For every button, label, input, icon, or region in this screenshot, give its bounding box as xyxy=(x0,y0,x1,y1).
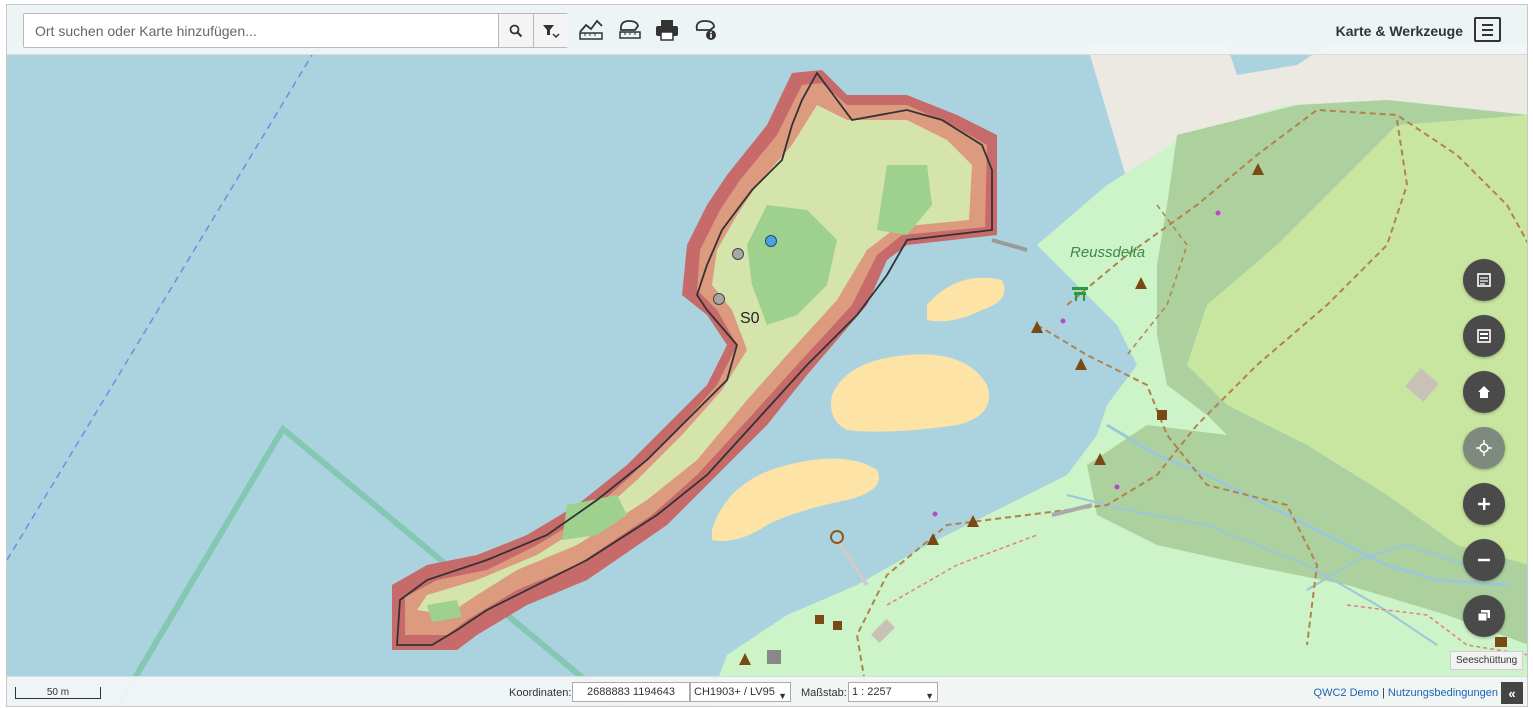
legend-icon xyxy=(1477,329,1491,343)
background-switcher-icon xyxy=(1477,610,1490,622)
map-label-point: S0 xyxy=(740,310,760,327)
crs-select[interactable]: CH1903+ / LV95 ▼ xyxy=(690,682,791,702)
survey-point-1 xyxy=(732,248,744,260)
collapse-button[interactable]: « xyxy=(1501,682,1523,704)
identify-icon xyxy=(695,20,716,40)
zoom-in-icon xyxy=(1478,498,1490,510)
search-box xyxy=(23,13,568,48)
identify-button[interactable] xyxy=(691,16,721,44)
zoom-out-icon xyxy=(1478,558,1490,562)
double-chevron-left-icon: « xyxy=(1508,685,1516,701)
background-switcher-button[interactable] xyxy=(1463,595,1505,637)
home-button[interactable] xyxy=(1463,371,1505,413)
search-button[interactable] xyxy=(498,14,533,47)
measure-button[interactable] xyxy=(615,16,645,44)
locate-button[interactable] xyxy=(1463,427,1505,469)
app-window: Reussdelta S0 Ort suchen oder Karte hinz… xyxy=(6,4,1528,707)
crs-value: CH1903+ / LV95 xyxy=(694,686,775,698)
map-canvas[interactable]: Reussdelta S0 xyxy=(7,5,1527,706)
search-icon xyxy=(509,24,523,37)
terms-link[interactable]: Nutzungsbedingungen xyxy=(1388,687,1498,699)
map-rendering xyxy=(7,5,1527,706)
map-label-reussdelta: Reussdelta xyxy=(1070,244,1146,261)
survey-point-2 xyxy=(713,293,725,305)
layer-tree-button[interactable] xyxy=(1463,259,1505,301)
locate-icon xyxy=(1476,440,1492,456)
height-profile-icon xyxy=(579,19,603,40)
coordinates-label: Koordinaten: xyxy=(509,687,572,699)
hamburger-icon xyxy=(1482,23,1493,26)
measure-icon xyxy=(619,20,641,39)
scale-value: 1 : 2257 xyxy=(852,686,892,698)
demo-link[interactable]: QWC2 Demo xyxy=(1314,687,1379,699)
layer-tree-icon xyxy=(1477,273,1491,287)
chevron-down-icon: ▼ xyxy=(925,691,934,701)
app-menu-button[interactable] xyxy=(1474,17,1501,42)
filter-icon xyxy=(543,24,560,38)
top-toolbar: Karte & Werkzeuge xyxy=(7,5,1527,55)
coordinates-input[interactable]: 2688883 1194643 xyxy=(572,682,690,702)
scale-select[interactable]: 1 : 2257 ▼ xyxy=(848,682,938,702)
survey-point-active xyxy=(765,235,777,247)
bottom-bar: 50 m Koordinaten: 2688883 1194643 CH1903… xyxy=(7,676,1527,706)
home-icon xyxy=(1478,386,1490,398)
print-icon xyxy=(656,20,678,41)
scale-label: Maßstab: xyxy=(801,687,847,699)
link-separator: | xyxy=(1381,687,1385,699)
chevron-down-icon: ▼ xyxy=(778,691,787,701)
legend-button[interactable] xyxy=(1463,315,1505,357)
footer-links: QWC2 Demo | Nutzungsbedingungen xyxy=(1314,687,1498,699)
scale-bar: 50 m xyxy=(15,687,101,699)
print-button[interactable] xyxy=(652,16,682,44)
height-profile-button[interactable] xyxy=(576,16,606,44)
search-filter-button[interactable] xyxy=(533,14,568,47)
search-input[interactable] xyxy=(24,14,499,47)
zoom-out-button[interactable] xyxy=(1463,539,1505,581)
background-tooltip: Seeschüttung xyxy=(1450,651,1524,670)
zoom-in-button[interactable] xyxy=(1463,483,1505,525)
app-menu-title[interactable]: Karte & Werkzeuge xyxy=(1336,23,1463,39)
